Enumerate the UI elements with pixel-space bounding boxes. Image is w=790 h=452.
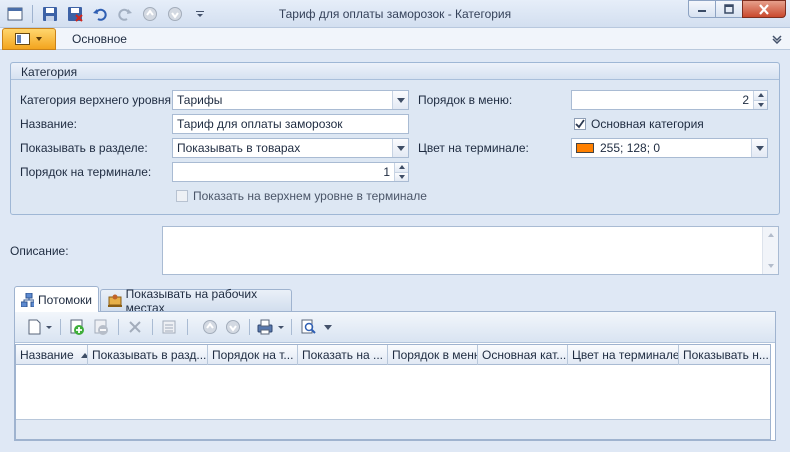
close-button[interactable] (742, 0, 786, 18)
checkmark-icon (575, 119, 585, 129)
chevron-down-icon[interactable] (392, 91, 408, 109)
parent-category-label: Категория верхнего уровня: (20, 93, 175, 107)
column-header[interactable]: Показывать н... (679, 345, 770, 365)
application-menu-icon (15, 33, 30, 45)
application-menu-button[interactable] (2, 28, 56, 50)
description-textarea[interactable] (162, 226, 779, 275)
grid-footer (16, 419, 770, 439)
tab-children-label: Потомоки (38, 292, 92, 307)
toolbar-separator (60, 319, 61, 335)
column-header[interactable]: Порядок на т... (208, 345, 298, 365)
description-label: Описание: (10, 244, 69, 258)
menu-order-spinner[interactable]: 2 (571, 90, 768, 110)
print-button[interactable] (255, 317, 287, 337)
tab-workstations[interactable]: Показывать на рабочих местах (100, 287, 292, 315)
title-bar: Тариф для оплаты заморозок - Категория (0, 0, 790, 28)
hierarchy-icon (21, 292, 35, 307)
toolbar-separator (152, 319, 153, 335)
spin-up-icon[interactable] (395, 163, 408, 173)
new-item-button[interactable] (25, 317, 55, 337)
children-grid: Название Показывать в разд... Порядок на… (15, 344, 771, 440)
toolbar-separator (187, 319, 188, 335)
spin-up-icon[interactable] (754, 91, 767, 101)
show-in-section-label: Показывать в разделе: (20, 141, 148, 155)
toolbar-separator (291, 319, 292, 335)
group-title: Категория (21, 65, 78, 79)
show-top-level-label: Показать на верхнем уровне в терминале (193, 189, 427, 203)
grid-header: Название Показывать в разд... Порядок на… (16, 345, 770, 365)
name-input[interactable]: Тариф для оплаты заморозок (172, 114, 409, 134)
add-icon[interactable] (66, 317, 88, 337)
remove-icon[interactable] (90, 317, 112, 337)
chevron-down-icon (36, 37, 42, 41)
delete-icon[interactable] (124, 317, 146, 337)
column-header[interactable]: Основная кат... (478, 345, 568, 365)
chevron-down-icon[interactable] (751, 139, 767, 157)
name-label: Название: (20, 117, 77, 131)
show-top-level-checkbox[interactable] (176, 190, 188, 202)
show-in-section-select[interactable]: Показывать в товарах (172, 138, 409, 158)
column-header[interactable]: Цвет на терминале (568, 345, 679, 365)
column-header[interactable]: Название (16, 345, 88, 365)
main-category-checkbox[interactable] (574, 118, 586, 130)
parent-category-value: Тарифы (177, 93, 223, 107)
ribbon: Основное (0, 28, 790, 50)
toolbar-separator (118, 319, 119, 335)
terminal-color-value: 255; 128; 0 (600, 141, 661, 155)
sort-ascending-icon (80, 353, 87, 358)
move-down-icon[interactable] (222, 317, 244, 337)
tab-children[interactable]: Потомоки (14, 286, 99, 312)
terminal-order-label: Порядок на терминале: (20, 165, 152, 179)
menu-order-spin-buttons[interactable] (753, 91, 767, 109)
terminal-color-label: Цвет на терминале: (418, 141, 529, 155)
column-header[interactable]: Показывать в разд... (88, 345, 208, 365)
menu-order-value: 2 (742, 93, 749, 107)
column-header[interactable]: Показать на ... (298, 345, 388, 365)
color-swatch (576, 143, 594, 153)
window-title: Тариф для оплаты заморозок - Категория (278, 7, 512, 21)
description-scrollbar[interactable] (762, 227, 778, 274)
properties-icon[interactable] (158, 317, 180, 337)
parent-category-select[interactable]: Тарифы (172, 90, 409, 110)
workstation-icon (108, 294, 122, 307)
terminal-order-value: 1 (383, 165, 390, 179)
maximize-button[interactable] (715, 0, 742, 18)
column-header[interactable]: Порядок в меню (388, 345, 478, 365)
children-panel: Название Показывать в разд... Порядок на… (14, 311, 776, 441)
name-value: Тариф для оплаты заморозок (177, 117, 343, 131)
toolbar-overflow-icon[interactable] (321, 317, 335, 337)
group-header: Категория (11, 63, 779, 80)
ribbon-tab-main[interactable]: Основное (72, 32, 127, 46)
show-in-section-value: Показывать в товарах (177, 141, 301, 155)
ribbon-collapse-icon[interactable] (772, 33, 782, 47)
chevron-down-icon[interactable] (392, 139, 408, 157)
spin-down-icon[interactable] (754, 100, 767, 109)
preview-icon[interactable] (297, 317, 319, 337)
main-category-label: Основная категория (591, 117, 704, 131)
terminal-color-picker[interactable]: 255; 128; 0 (571, 138, 768, 158)
menu-order-label: Порядок в меню: (418, 93, 513, 107)
minimize-button[interactable] (688, 0, 715, 18)
grid-toolbar (15, 312, 775, 343)
terminal-order-spin-buttons[interactable] (394, 163, 408, 181)
terminal-order-spinner[interactable]: 1 (172, 162, 409, 182)
spin-down-icon[interactable] (395, 172, 408, 181)
toolbar-separator (249, 319, 250, 335)
move-up-icon[interactable] (199, 317, 221, 337)
